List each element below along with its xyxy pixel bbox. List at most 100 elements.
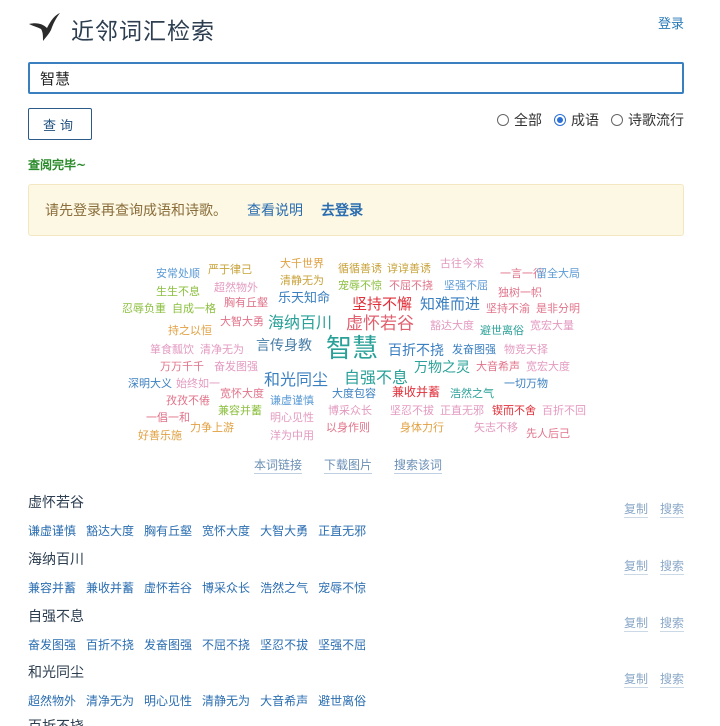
synonym-link[interactable]: 谦虚谨慎 <box>28 522 76 539</box>
synonym-link[interactable]: 豁达大度 <box>86 522 134 539</box>
cloud-word[interactable]: 奋发图强 <box>214 361 258 372</box>
synonym-link[interactable]: 清净无为 <box>86 692 134 709</box>
cloud-word[interactable]: 博采众长 <box>328 405 372 416</box>
query-button[interactable]: 查询 <box>28 108 92 140</box>
synonym-link[interactable]: 百折不挠 <box>86 636 134 653</box>
cloud-word[interactable]: 乐天知命 <box>278 292 330 305</box>
synonym-link[interactable]: 不屈不挠 <box>202 636 250 653</box>
result-title[interactable]: 百折不挠 <box>28 716 684 726</box>
cloud-word[interactable]: 生生不息 <box>156 286 200 297</box>
cloud-word[interactable]: 兼收并蓄 <box>392 386 440 398</box>
cloud-word[interactable]: 言传身教 <box>256 339 312 353</box>
cloud-word[interactable]: 大度包容 <box>332 388 376 399</box>
cloud-word[interactable]: 循循善诱 <box>338 263 382 274</box>
synonym-link[interactable]: 胸有丘壑 <box>144 522 192 539</box>
cloud-word[interactable]: 谦虚谨慎 <box>270 395 314 406</box>
cloud-word[interactable]: 严于律己 <box>208 264 252 275</box>
cloud-word[interactable]: 正直无邪 <box>440 405 484 416</box>
synonym-link[interactable]: 坚忍不拔 <box>260 636 308 653</box>
synonym-link[interactable]: 博采众长 <box>202 579 250 596</box>
result-title[interactable]: 虚怀若谷 <box>28 492 684 512</box>
cloud-word[interactable]: 宽怀大度 <box>220 388 264 399</box>
radio-all[interactable] <box>497 114 509 126</box>
synonym-link[interactable]: 宠辱不惊 <box>318 579 366 596</box>
synonym-link[interactable]: 宽怀大度 <box>202 522 250 539</box>
cloud-word[interactable]: 安常处顺 <box>156 268 200 279</box>
copy-link[interactable]: 复制 <box>623 557 648 575</box>
copy-link[interactable]: 复制 <box>623 500 648 518</box>
synonym-link[interactable]: 兼收并蓄 <box>86 579 134 596</box>
mode-option-all[interactable]: 全部 <box>497 110 542 130</box>
cloud-word[interactable]: 以身作则 <box>326 422 370 433</box>
radio-idiom[interactable] <box>554 114 566 126</box>
cloud-word[interactable]: 百折不挠 <box>388 344 444 358</box>
login-link[interactable]: 登录 <box>658 13 684 32</box>
cloud-word[interactable]: 孜孜不倦 <box>166 395 210 406</box>
cloud-word[interactable]: 清静无为 <box>280 275 324 286</box>
synonym-link[interactable]: 奋发图强 <box>28 636 76 653</box>
copy-link[interactable]: 复制 <box>623 614 648 632</box>
copy-link[interactable]: 复制 <box>623 670 648 688</box>
synonym-link[interactable]: 正直无邪 <box>318 522 366 539</box>
synonym-link[interactable]: 清静无为 <box>202 692 250 709</box>
result-title[interactable]: 和光同尘 <box>28 662 684 682</box>
search-word-link[interactable]: 搜索该词 <box>394 456 443 474</box>
radio-poetry[interactable] <box>611 114 623 126</box>
search-input[interactable] <box>28 62 684 94</box>
synonym-link[interactable]: 大智大勇 <box>260 522 308 539</box>
mode-option-poetry[interactable]: 诗歌流行 <box>611 110 684 130</box>
cloud-word[interactable]: 万物之灵 <box>414 361 470 375</box>
cloud-word[interactable]: 深明大义 <box>128 378 172 389</box>
cloud-word[interactable]: 坚强不屈 <box>444 280 488 291</box>
cloud-word[interactable]: 锲而不舍 <box>492 405 536 416</box>
cloud-word[interactable]: 发奋图强 <box>452 344 496 355</box>
cloud-word[interactable]: 大音希声 <box>476 361 520 372</box>
cloud-word[interactable]: 持之以恒 <box>168 325 212 336</box>
synonym-link[interactable]: 避世离俗 <box>318 692 366 709</box>
cloud-word[interactable]: 先人后己 <box>526 428 570 439</box>
mode-option-idiom[interactable]: 成语 <box>554 110 599 130</box>
cloud-word[interactable]: 坚持不渝 <box>486 303 530 314</box>
cloud-word[interactable]: 浩然之气 <box>450 388 494 399</box>
cloud-word[interactable]: 虚怀若谷 <box>346 316 414 333</box>
cloud-word[interactable]: 大智大勇 <box>220 316 264 327</box>
cloud-word[interactable]: 留全大局 <box>536 268 580 279</box>
cloud-word[interactable]: 胸有丘壑 <box>224 297 268 308</box>
synonym-link[interactable]: 兼容并蓄 <box>28 579 76 596</box>
synonym-link[interactable]: 浩然之气 <box>260 579 308 596</box>
cloud-word[interactable]: 物竞天择 <box>504 344 548 355</box>
cloud-word[interactable]: 超然物外 <box>214 282 258 293</box>
cloud-word[interactable]: 兼容并蓄 <box>218 405 262 416</box>
cloud-word[interactable]: 一切万物 <box>504 378 548 389</box>
cloud-word[interactable]: 万万千千 <box>160 361 204 372</box>
synonym-link[interactable]: 超然物外 <box>28 692 76 709</box>
search-link[interactable]: 搜索 <box>659 670 684 688</box>
search-link[interactable]: 搜索 <box>659 500 684 518</box>
word-link[interactable]: 本词链接 <box>254 456 303 474</box>
cloud-word[interactable]: 好善乐施 <box>138 430 182 441</box>
cloud-word[interactable]: 忍辱负重 <box>122 303 166 314</box>
synonym-link[interactable]: 发奋图强 <box>144 636 192 653</box>
cloud-word[interactable]: 大千世界 <box>280 258 324 269</box>
cloud-word[interactable]: 避世离俗 <box>480 325 524 336</box>
cloud-word[interactable]: 始终如一 <box>176 378 220 389</box>
cloud-word[interactable]: 宠辱不惊 <box>338 280 382 291</box>
cloud-word[interactable]: 箪食瓢饮 <box>150 344 194 355</box>
cloud-word[interactable]: 自成一格 <box>172 303 216 314</box>
help-link[interactable]: 查看说明 <box>247 200 303 220</box>
cloud-word[interactable]: 宽宏大度 <box>526 361 570 372</box>
synonym-link[interactable]: 大音希声 <box>260 692 308 709</box>
synonym-link[interactable]: 虚怀若谷 <box>144 579 192 596</box>
go-login-link[interactable]: 去登录 <box>321 200 363 220</box>
cloud-word[interactable]: 坚忍不拔 <box>390 405 434 416</box>
cloud-word[interactable]: 知难而进 <box>420 297 480 312</box>
cloud-word[interactable]: 和光同尘 <box>264 372 328 388</box>
cloud-word[interactable]: 独树一帜 <box>498 287 542 298</box>
cloud-word[interactable]: 力争上游 <box>190 422 234 433</box>
cloud-word[interactable]: 豁达大度 <box>430 320 474 331</box>
cloud-word[interactable]: 明心见性 <box>270 412 314 423</box>
result-title[interactable]: 自强不息 <box>28 606 684 626</box>
cloud-word[interactable]: 身体力行 <box>400 422 444 433</box>
download-image-link[interactable]: 下载图片 <box>324 456 373 474</box>
cloud-word[interactable]: 一倡一和 <box>146 412 190 423</box>
